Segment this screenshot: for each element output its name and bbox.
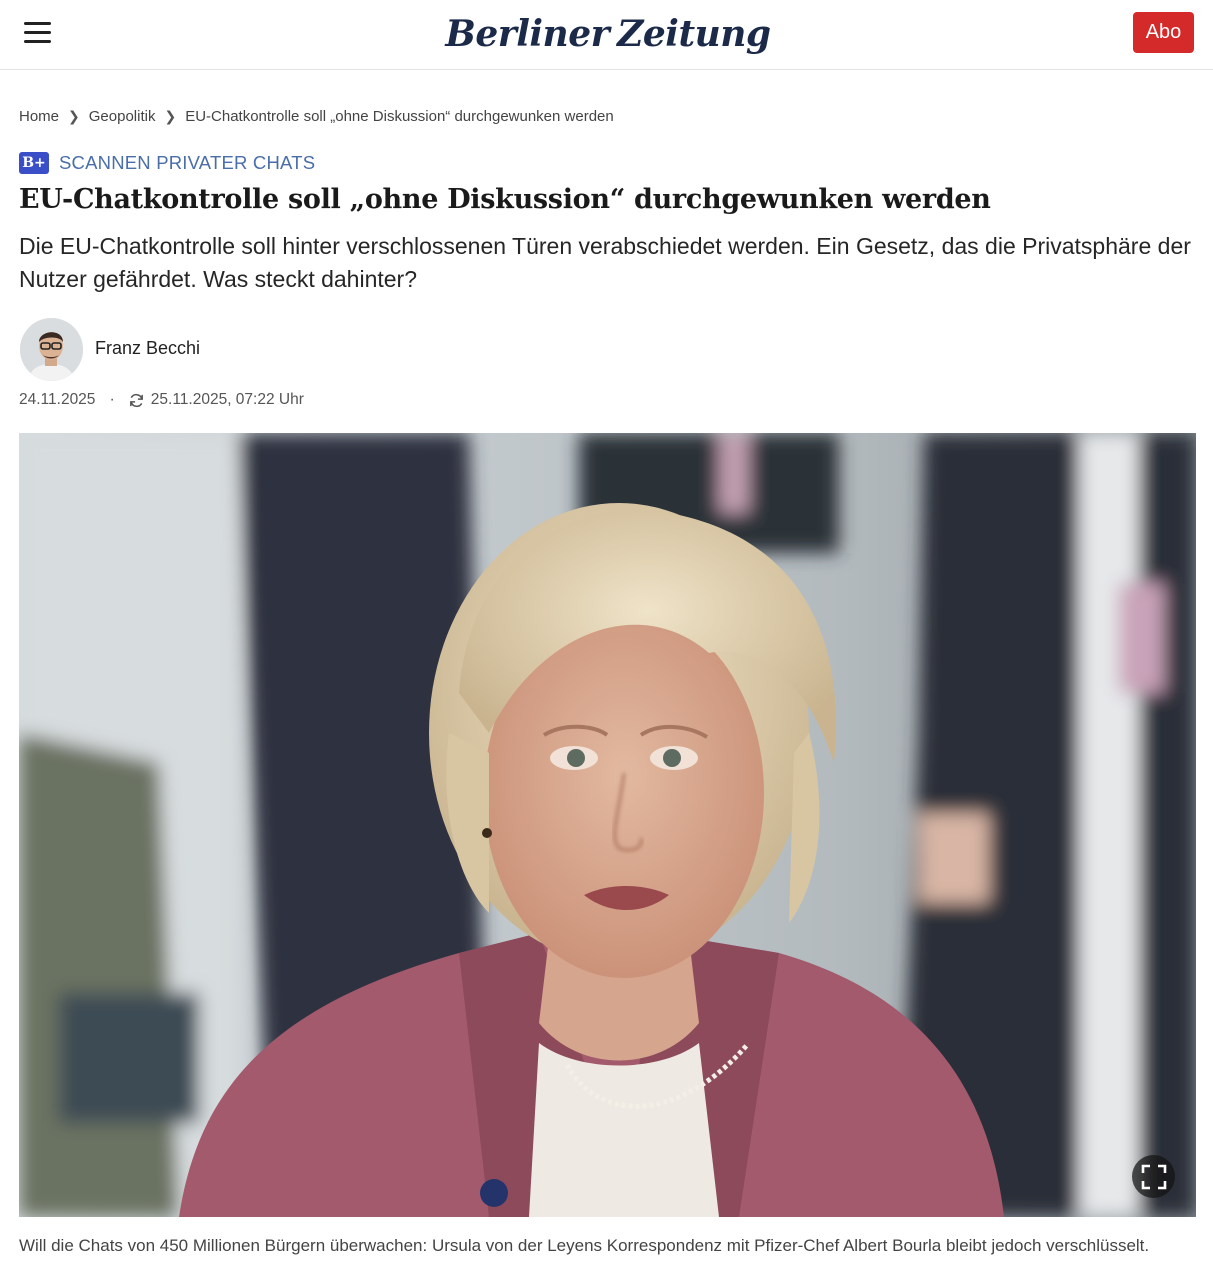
kicker-text: SCANNEN PRIVATER CHATS: [59, 152, 316, 173]
image-caption: Will die Chats von 450 Millionen Bürgern…: [19, 1236, 1150, 1255]
author-name[interactable]: Franz Becchi: [95, 338, 200, 359]
article-kicker: B+ SCANNEN PRIVATER CHATS: [19, 150, 315, 176]
site-header: Berliner Zeitung Abo: [0, 0, 1213, 70]
logo-text-left: Berliner: [445, 13, 610, 55]
breadcrumb-home[interactable]: Home: [19, 108, 59, 125]
fullscreen-button[interactable]: [1132, 1155, 1175, 1198]
fullscreen-expand-icon: [1141, 1164, 1166, 1189]
meta-separator: ·: [109, 391, 115, 408]
premium-badge-icon: B+: [19, 152, 49, 174]
hamburger-menu-icon[interactable]: [24, 21, 52, 45]
hero-photo: [19, 433, 1196, 1217]
updated-date: 25.11.2025, 07:22 Uhr: [150, 391, 304, 408]
author-avatar[interactable]: [20, 318, 83, 381]
article-headline: EU-Chatkontrolle soll „ohne Diskussion“ …: [19, 184, 991, 215]
article-hero-image[interactable]: [19, 433, 1196, 1217]
abo-button[interactable]: Abo: [1133, 12, 1194, 53]
breadcrumb: Home ❯ Geopolitik ❯ EU-Chatkontrolle sol…: [19, 106, 614, 126]
article-teaser: Die EU-Chatkontrolle soll hinter verschl…: [19, 233, 1191, 292]
published-date: 24.11.2025: [19, 391, 96, 408]
article-meta: 24.11.2025 · 25.11.2025, 07:22 Uhr: [19, 390, 304, 410]
refresh-icon: [129, 393, 143, 407]
breadcrumb-geopolitik[interactable]: Geopolitik: [89, 108, 156, 125]
breadcrumb-current[interactable]: EU-Chatkontrolle soll „ohne Diskussion“ …: [185, 108, 614, 125]
author-portrait-image: [20, 318, 83, 381]
logo-text-right: Zeitung: [617, 13, 771, 55]
chevron-right-icon: ❯: [68, 107, 80, 124]
chevron-right-icon: ❯: [164, 107, 177, 124]
site-logo[interactable]: Berliner Zeitung: [445, 6, 771, 62]
